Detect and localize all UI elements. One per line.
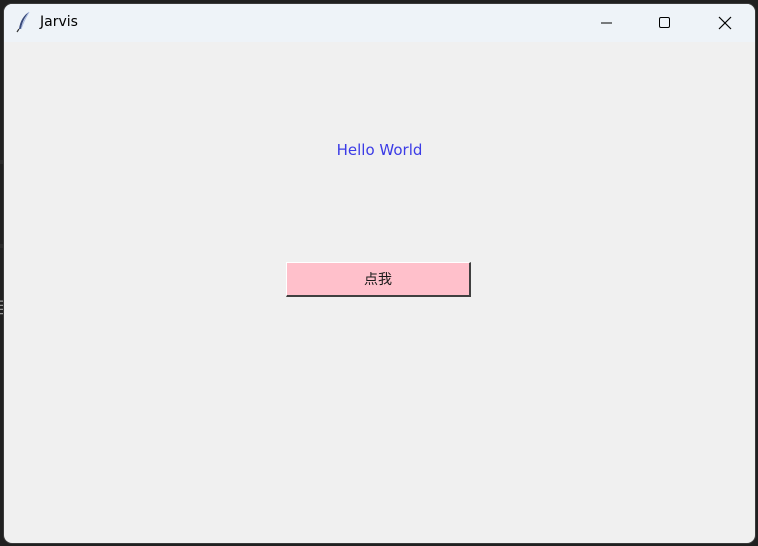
hello-label: Hello World [336, 141, 423, 159]
close-icon [718, 16, 732, 30]
minimize-icon [601, 22, 612, 24]
minimize-button[interactable] [578, 4, 636, 42]
window-title: Jarvis [40, 14, 78, 30]
title-bar[interactable]: Jarvis [4, 4, 755, 42]
maximize-icon [659, 17, 670, 28]
maximize-button[interactable] [636, 4, 694, 42]
click-me-button[interactable]: 点我 [286, 262, 471, 297]
close-button[interactable] [696, 4, 754, 42]
feather-icon [16, 11, 30, 33]
app-window: Jarvis Hello World 点我 [4, 4, 755, 543]
